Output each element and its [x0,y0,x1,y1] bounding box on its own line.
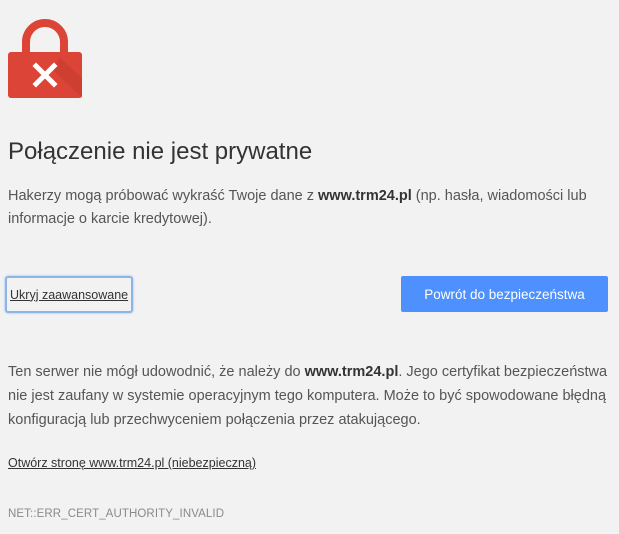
message-text-before: Hakerzy mogą próbować wykraść Twoje dane… [8,188,319,204]
hide-advanced-button[interactable]: Ukryj zaawansowane [5,276,134,313]
proceed-unsafe-link[interactable]: Otwórz stronę www.trm24.pl (niebezpieczn… [8,456,256,470]
message-domain: www.trm24.pl [318,188,412,204]
back-to-safety-button[interactable]: Powrót do bezpieczeństwa [401,276,608,312]
details-text-before: Ten serwer nie mógł udowodnić, że należy… [8,364,305,380]
details-message: Ten serwer nie mógł udowodnić, że należy… [8,360,614,432]
lock-error-icon [8,19,82,98]
interstitial-page: Połączenie nie jest prywatne Hakerzy mog… [0,0,619,534]
details-domain: www.trm24.pl [304,364,399,380]
warning-message: Hakerzy mogą próbować wykraść Twoje dane… [8,185,608,231]
page-title: Połączenie nie jest prywatne [8,138,313,165]
error-code: NET::ERR_CERT_AUTHORITY_INVALID [8,508,225,520]
